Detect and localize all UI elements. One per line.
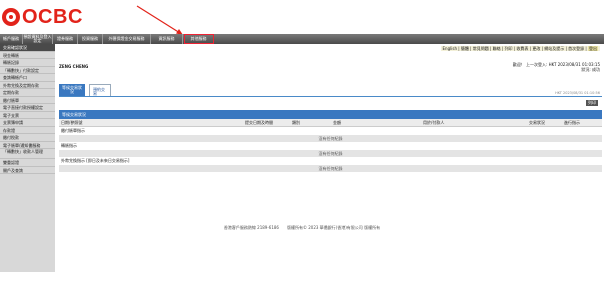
nav-tab-investment[interactable]: 投資服務 — [78, 34, 103, 44]
sidebar-item-fps-payee[interactable]: 「轉數快」收款人管理 — [0, 149, 55, 159]
main-content: English | 簡體 | 常見問題 | 聯絡 | 列印 | 收費表 | 更改… — [57, 44, 602, 281]
sidebar-item-tax[interactable]: 繳付稅款 — [0, 134, 55, 142]
panel-title: 等候交易狀況 — [59, 110, 602, 119]
main-nav: 帳戶服務 預設資料及登入設定 證券服務 投資服務 外匯保證金交易服務 資訊服務 … — [0, 34, 604, 44]
section-bill-payment: 繳付賬單指示 — [59, 127, 602, 135]
utility-links: English | 簡體 | 常見問題 | 聯絡 | 列印 | 收費表 | 更改… — [440, 46, 600, 51]
col-date-ref: 日期/參照號 — [61, 120, 83, 125]
header-bar: OCBC — [0, 0, 604, 35]
sidebar-item-bill-payment[interactable]: 繳付賬單 — [0, 97, 55, 104]
sidebar-item-fx-deposits[interactable]: 外幣兌換及定期存款 — [0, 82, 55, 89]
nav-tab-forex-margin[interactable]: 外匯保證金交易服務 — [103, 34, 151, 44]
nav-tab-account-services[interactable]: 帳戶服務 — [0, 34, 23, 44]
login-status: 狀況: 成功 — [581, 67, 600, 72]
print-button[interactable]: 列印 — [586, 100, 598, 106]
sidebar-item-echeque[interactable]: 電子支票 — [0, 112, 55, 119]
section-transfer: 轉賬指示 — [59, 142, 602, 150]
link-simplified[interactable]: 簡體 — [461, 46, 469, 51]
sidebar-item-estatement[interactable]: 電子賬單/通知書服務 — [0, 142, 55, 149]
tab-bar: 等候交易狀況 預約交易 — [59, 83, 602, 97]
pending-transactions-panel: 等候交易狀況 日期/參照號 提交日期及時間 類別 金額 用於/付款人 交易狀況 … — [59, 110, 602, 172]
link-change[interactable]: 更改 — [532, 46, 540, 51]
link-contact[interactable]: 聯絡 — [493, 46, 501, 51]
col-status: 交易狀況 — [529, 120, 545, 125]
col-submit-time: 提交日期及時間 — [245, 120, 273, 125]
link-first-login[interactable]: 首次登錄 — [568, 46, 584, 51]
no-records: 沒有任何紀錄 — [59, 150, 602, 157]
col-payee: 用於/付款人 — [423, 120, 445, 125]
sidebar-item-fps-settings[interactable]: 「轉數快」付款設定 — [0, 67, 55, 74]
link-faq[interactable]: 常見問題 — [473, 46, 489, 51]
link-english[interactable]: English — [443, 46, 457, 51]
sidebar-item-transfer[interactable]: 現金轉賬 — [0, 52, 55, 59]
current-timestamp: HKT 2023/08/31 01:10:56 — [555, 91, 600, 95]
no-records: 沒有任何紀錄 — [59, 165, 602, 172]
tab-scheduled[interactable]: 預約交易 — [89, 84, 111, 96]
nav-tab-securities[interactable]: 證券服務 — [53, 34, 78, 44]
section-fx: 外幣兌換指示 [即日及未來日交易指示] — [59, 157, 602, 165]
nav-tab-other-services[interactable]: 其他服務 — [184, 34, 214, 44]
logout-link[interactable]: 登出 — [588, 46, 598, 51]
no-records: 沒有任何紀錄 — [59, 135, 602, 142]
sidebar-item-transfer-records[interactable]: 轉賬記錄 — [0, 59, 55, 67]
tab-pending-status[interactable]: 等候交易狀況 — [59, 84, 85, 96]
customer-name: ZENG CHENG — [59, 64, 89, 69]
sidebar: 交易確認狀況 現金轉賬 轉賬記錄 「轉數快」付款設定 查詢轉帳戶口 外幣兌換及定… — [0, 44, 55, 272]
sidebar-item-2fa[interactable]: 雙重認證 — [0, 159, 55, 167]
footer-text: 香港客戶服務熱線 2189-6186 版權所有© 2023 華僑銀行(香港)有限… — [223, 225, 381, 230]
table-header: 日期/參照號 提交日期及時間 類別 金額 用於/付款人 交易狀況 進行指示 — [59, 119, 602, 127]
welcome-info: 歡迎！ 上一次登入: HKT 2023/08/31 01:03:15 狀況: 成… — [513, 62, 600, 72]
sidebar-item-transaction-status[interactable]: 交易確認狀況 — [0, 44, 55, 52]
sidebar-item-cd[interactable]: 存款證 — [0, 127, 55, 134]
nav-tab-information[interactable]: 資訊服務 — [151, 34, 183, 44]
sidebar-item-time-deposits[interactable]: 定期存款 — [0, 89, 55, 97]
link-print[interactable]: 列印 — [505, 46, 513, 51]
sidebar-item-transfer-accounts[interactable]: 查詢轉帳戶口 — [0, 74, 55, 82]
link-tips[interactable]: 網站及提示 — [544, 46, 564, 51]
sidebar-item-edda[interactable]: 電子直接付款授權設定 — [0, 104, 55, 112]
col-amount: 金額 — [333, 120, 341, 125]
col-type: 類別 — [292, 120, 300, 125]
nav-tab-preferences[interactable]: 預設資料及登入設定 — [23, 34, 53, 44]
link-fees[interactable]: 收費表 — [516, 46, 528, 51]
sidebar-item-open-account[interactable]: 開戶及查詢 — [0, 167, 55, 174]
col-action: 進行指示 — [564, 120, 580, 125]
sidebar-item-chequebook[interactable]: 支票簿申請 — [0, 119, 55, 127]
